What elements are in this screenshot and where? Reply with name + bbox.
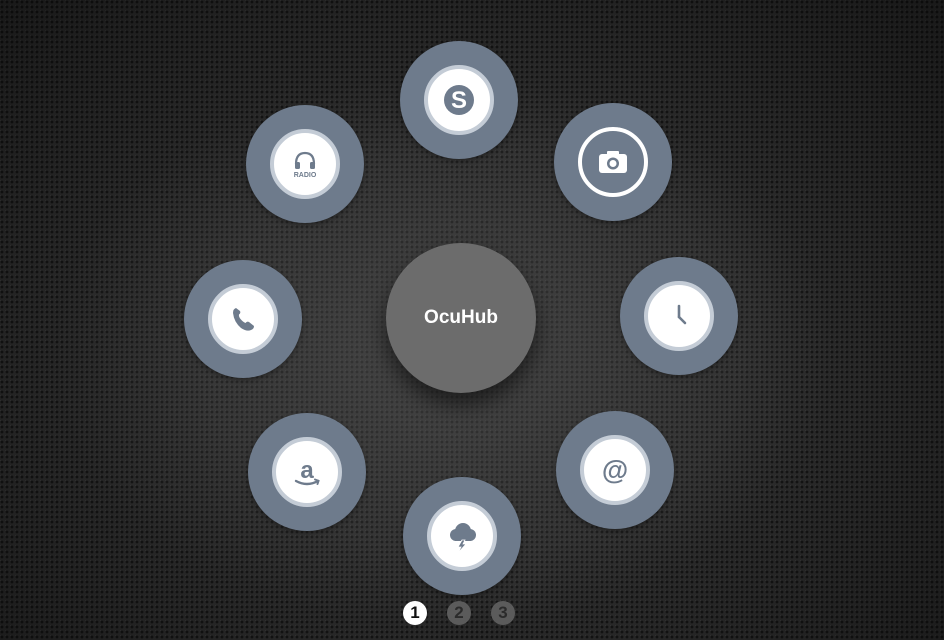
weather-icon-badge [427,501,497,571]
svg-text:S: S [451,87,467,114]
weather-button[interactable] [403,477,521,595]
clock-icon-badge [644,281,714,351]
skype-icon: S [444,85,474,115]
svg-text:a: a [300,457,314,484]
svg-text:@: @ [602,455,628,485]
radio-button[interactable]: RADIO [246,105,364,223]
amazon-button[interactable]: a [248,413,366,531]
hub-label: OcuHub [424,307,498,328]
skype-button[interactable]: S [400,41,518,159]
page-1-button[interactable]: 1 [403,601,427,625]
headphones-radio-icon: RADIO [294,151,317,179]
phone-icon-badge [208,284,278,354]
clock-button[interactable] [620,257,738,375]
radio-icon-badge: RADIO [270,129,340,199]
at-sign-icon: @ [602,455,628,485]
phone-icon [233,308,254,331]
ocuhub-center-button[interactable]: OcuHub [386,243,536,393]
skype-icon-badge: S [424,65,494,135]
amazon-icon: a [294,457,320,486]
amazon-icon-badge: a [272,437,342,507]
camera-icon [599,151,627,173]
page-3-button[interactable]: 3 [491,601,515,625]
email-button[interactable]: @ [556,411,674,529]
camera-button[interactable] [554,103,672,221]
radio-label: RADIO [294,172,317,179]
phone-button[interactable] [184,260,302,378]
page-indicator: 1 2 3 [403,601,515,625]
clock-icon [677,304,687,325]
page-2-button[interactable]: 2 [447,601,471,625]
email-icon-badge: @ [580,435,650,505]
camera-icon-badge [578,127,648,197]
storm-cloud-icon [450,523,476,554]
